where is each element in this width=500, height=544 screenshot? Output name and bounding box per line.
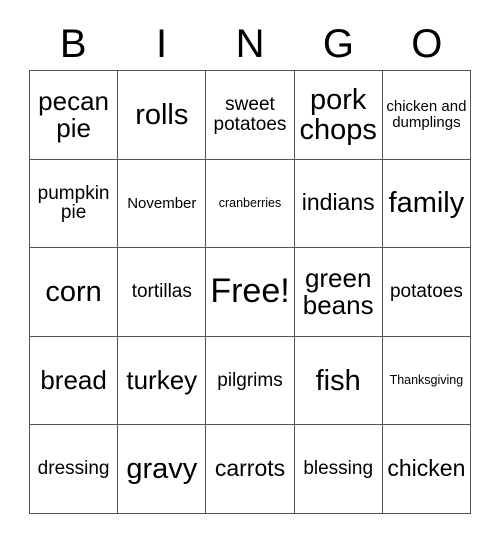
bingo-cell-label: pork chops <box>299 83 377 146</box>
bingo-cell-label: gravy <box>126 453 198 486</box>
bingo-cell-label: potatoes <box>389 281 463 303</box>
bingo-cell-label: November <box>127 194 197 212</box>
bingo-cell-label: pumpkin pie <box>37 182 110 224</box>
bingo-cell[interactable]: blessing <box>294 425 383 514</box>
bingo-cell[interactable]: tortillas <box>118 248 207 337</box>
bingo-cell[interactable]: potatoes <box>382 248 471 337</box>
bingo-header-letter-i: I <box>156 22 168 66</box>
bingo-header-letter-b: B <box>59 22 87 66</box>
bingo-cell[interactable]: pork chops <box>294 71 383 160</box>
bingo-cell[interactable]: November <box>118 159 207 249</box>
bingo-cell-label: carrots <box>214 455 286 482</box>
bingo-cell[interactable]: green beans <box>294 248 383 337</box>
bingo-cell[interactable]: bread <box>30 336 119 426</box>
bingo-card: B I N G O pecan pie rolls sweet potatoes pork c… <box>0 0 500 544</box>
bingo-cell-label: chicken and dumplings <box>386 98 467 131</box>
bingo-cell-label: indians <box>301 189 375 216</box>
bingo-cell-label: blessing <box>303 458 374 480</box>
bingo-cell[interactable]: chicken and dumplings <box>382 71 471 160</box>
bingo-cell[interactable]: turkey <box>118 336 207 426</box>
bingo-cell[interactable]: family <box>382 159 471 249</box>
bingo-cell[interactable]: corn <box>30 248 119 337</box>
bingo-cell-label: bread <box>40 365 107 396</box>
bingo-cell-label: tortillas <box>131 281 192 303</box>
bingo-cell-label: pecan pie <box>38 85 110 143</box>
bingo-cell[interactable]: carrots <box>206 425 295 514</box>
bingo-cell-label: chicken <box>387 455 466 482</box>
bingo-cell[interactable]: chicken <box>382 425 471 514</box>
bingo-header-letter-g: G <box>322 22 354 66</box>
bingo-header-letter-o: O <box>411 22 443 66</box>
bingo-cell[interactable]: pecan pie <box>30 71 119 160</box>
bingo-free-space[interactable]: Free! <box>206 248 295 337</box>
bingo-cell[interactable]: sweet potatoes <box>206 71 295 160</box>
bingo-cell-label: Thanksgiving <box>389 373 464 388</box>
bingo-cell[interactable]: dressing <box>30 425 119 514</box>
bingo-cell[interactable]: rolls <box>118 71 207 160</box>
bingo-cell-label: pilgrims <box>217 369 283 391</box>
bingo-cell[interactable]: cranberries <box>206 159 295 249</box>
bingo-cell-label: Free! <box>210 272 290 311</box>
bingo-cell-label: turkey <box>126 365 198 396</box>
bingo-cell-label: fish <box>315 364 361 397</box>
bingo-cell[interactable]: pilgrims <box>206 336 295 426</box>
bingo-cell[interactable]: indians <box>294 159 383 249</box>
bingo-cell[interactable]: Thanksgiving <box>382 336 471 426</box>
bingo-cell-label: rolls <box>135 98 189 131</box>
bingo-cell-label: sweet potatoes <box>213 94 287 135</box>
bingo-cell-label: dressing <box>37 458 110 480</box>
bingo-cell[interactable]: fish <box>294 336 383 426</box>
bingo-cell-label: corn <box>45 275 102 308</box>
bingo-cell[interactable]: gravy <box>118 425 207 514</box>
bingo-cell-label: family <box>388 187 465 220</box>
bingo-cell-label: green beans <box>302 262 374 320</box>
bingo-header-letter-n: N <box>235 22 265 66</box>
bingo-header: BINGO <box>29 18 471 70</box>
bingo-cell-label: cranberries <box>218 195 282 210</box>
bingo-cell[interactable]: pumpkin pie <box>30 159 119 249</box>
bingo-grid: pecan pie rolls sweet potatoes pork chops ch… <box>29 70 471 514</box>
